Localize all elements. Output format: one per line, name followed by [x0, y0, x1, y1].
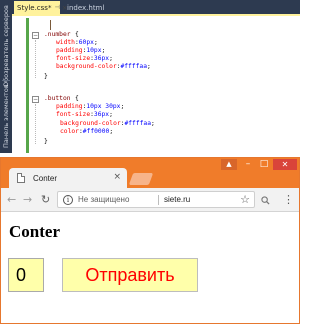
- code-line: background-color:#ffffaa;: [60, 120, 155, 127]
- back-arrow-icon[interactable]: ←: [7, 193, 16, 207]
- code-line: font-size:36px;: [56, 111, 113, 118]
- search-icon[interactable]: [261, 196, 270, 205]
- side-panel-divider: [2, 80, 10, 81]
- close-icon[interactable]: ×: [113, 172, 121, 182]
- code-line: background-color:#ffffaa;: [56, 63, 151, 70]
- page-icon: [17, 173, 25, 183]
- code-line: padding:10px 30px;: [56, 103, 125, 110]
- close-brace: }: [44, 138, 48, 145]
- user-icon[interactable]: ▲: [221, 159, 237, 170]
- browser-title-bar: Conter × ▲ – □ ✕: [1, 158, 299, 188]
- url-divider: [158, 195, 159, 205]
- code-line: color:#ff0000;: [60, 128, 114, 135]
- selector-button: .button: [44, 95, 71, 102]
- address-bar[interactable]: i Не защищено siete.ru ☆: [57, 191, 255, 208]
- toolbox-tab[interactable]: Панель элементов: [0, 84, 12, 148]
- info-icon[interactable]: i: [63, 195, 73, 205]
- server-explorer-tab[interactable]: Обозреватель серверов: [0, 5, 12, 87]
- menu-icon[interactable]: ⋮: [283, 194, 294, 206]
- pin-icon[interactable]: ⊣: [54, 4, 59, 11]
- url-text[interactable]: siete.ru: [164, 195, 190, 204]
- reload-icon[interactable]: ↻: [41, 193, 50, 207]
- code-line: padding:10px;: [56, 47, 106, 54]
- code-line: width:60px;: [56, 39, 98, 46]
- code-line: font-size:36px;: [56, 55, 113, 62]
- browser-tab-title: Conter: [33, 173, 58, 183]
- new-tab-button[interactable]: [128, 173, 154, 185]
- page-heading: Conter: [9, 222, 60, 241]
- text-cursor: [50, 20, 51, 30]
- bookmark-star-icon[interactable]: ☆: [240, 193, 250, 206]
- browser-window: Conter × ▲ – □ ✕ ← → ↻ i Не защищено sie…: [0, 157, 300, 324]
- open-brace: {: [75, 95, 79, 102]
- tab-label: Style.css*: [17, 3, 52, 12]
- minimize-icon[interactable]: –: [241, 159, 255, 170]
- indent-guide: [35, 104, 36, 144]
- tab-label: index.html: [67, 3, 105, 12]
- tab-index-html[interactable]: index.html: [64, 1, 122, 14]
- page-viewport: Conter 0 Отправить: [1, 212, 299, 323]
- forward-arrow-icon[interactable]: →: [23, 193, 32, 207]
- indent-guide: [35, 40, 36, 78]
- number-field[interactable]: 0: [8, 258, 44, 292]
- close-window-icon[interactable]: ✕: [273, 159, 297, 170]
- browser-toolbar: ← → ↻ i Не защищено siete.ru ☆ ⋮: [1, 188, 299, 212]
- security-status: Не защищено: [78, 195, 130, 204]
- collapse-icon[interactable]: −: [32, 96, 39, 103]
- code-editor: Обозреватель серверов Панель элементов S…: [0, 0, 300, 153]
- selector-number: .number: [44, 31, 71, 38]
- submit-button[interactable]: Отправить: [62, 258, 198, 292]
- change-marker-bar: [26, 18, 29, 153]
- editor-side-panel: Обозреватель серверов Панель элементов: [0, 0, 12, 153]
- editor-tab-bar: Style.css* ⊣ × index.html: [12, 0, 300, 14]
- close-brace: }: [44, 73, 48, 80]
- collapse-icon[interactable]: −: [32, 32, 39, 39]
- browser-tab[interactable]: Conter ×: [9, 168, 127, 188]
- open-brace: {: [75, 31, 79, 38]
- maximize-icon[interactable]: □: [257, 159, 271, 170]
- code-text-area[interactable]: − .number { width:60px; padding:10px; fo…: [12, 16, 300, 153]
- tab-style-css[interactable]: Style.css* ⊣ ×: [14, 1, 68, 14]
